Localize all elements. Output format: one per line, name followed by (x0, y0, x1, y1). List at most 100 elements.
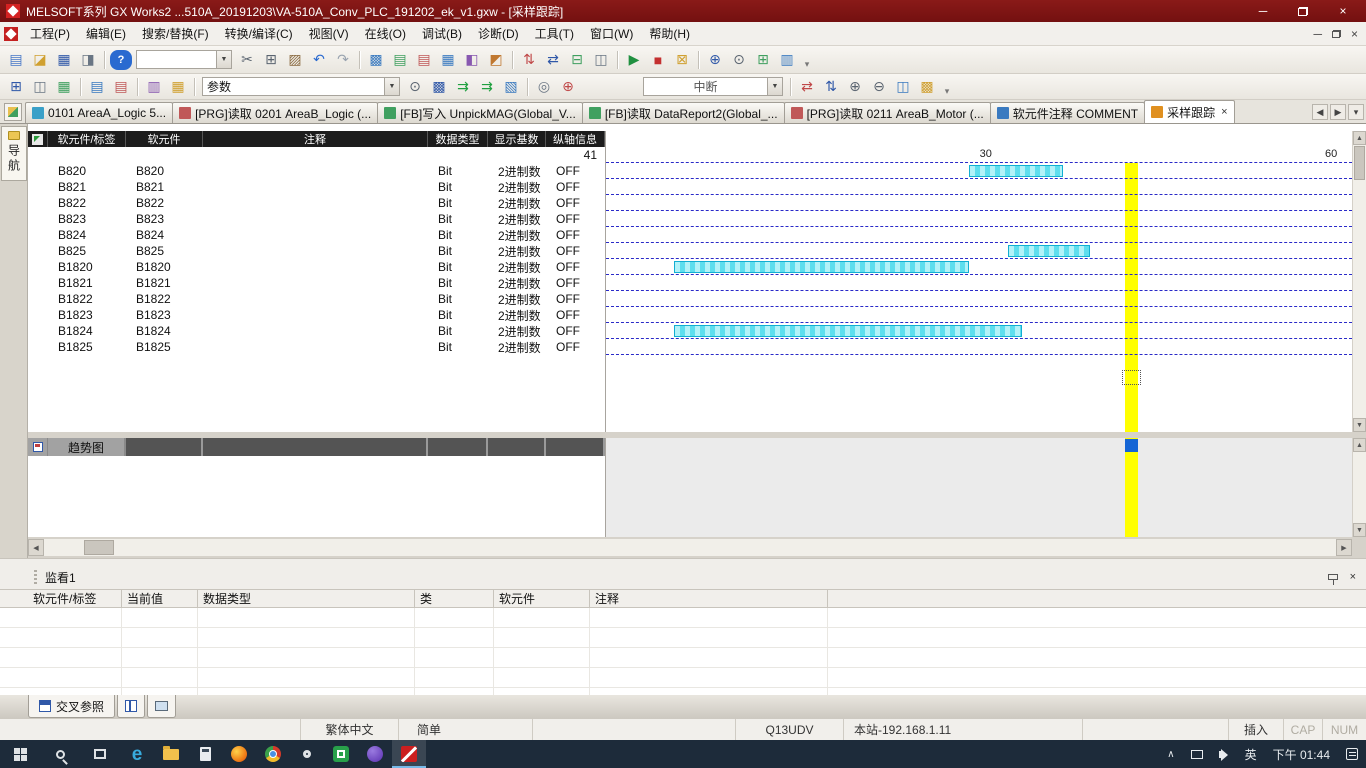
child-minimize-icon[interactable]: ─ (1313, 27, 1322, 41)
copy-icon[interactable]: ⊞ (260, 50, 282, 70)
trace-column-header[interactable]: 显示基数 (488, 131, 546, 147)
save-project-icon[interactable]: ▦ (53, 50, 75, 70)
trace-settings-icon[interactable]: ▩ (916, 77, 938, 97)
action-center-button[interactable] (1338, 740, 1366, 768)
watch-cell[interactable] (494, 608, 590, 627)
watch-cell[interactable] (494, 688, 590, 695)
watch-window-tab[interactable] (147, 695, 176, 718)
tab-scroll-left-button[interactable]: ◀ (1312, 104, 1328, 120)
watch-cell[interactable] (28, 648, 122, 667)
cut-icon[interactable]: ✂ (236, 50, 258, 70)
menu-item-10[interactable]: 窗口(W) (582, 21, 641, 46)
watch-close-icon[interactable]: × (1350, 571, 1356, 583)
trace-column-header[interactable]: 软元件/标签 (48, 131, 126, 147)
undo-icon[interactable]: ↶ (308, 50, 330, 70)
combo-dropdown-icon[interactable]: ▼ (216, 51, 231, 68)
watch-cell[interactable] (494, 668, 590, 687)
device-memory-icon[interactable]: ▦ (437, 50, 459, 70)
watch-cell[interactable] (122, 628, 198, 647)
step-skip-icon[interactable]: ⇉ (476, 77, 498, 97)
trace-row[interactable]: B824B824Bit2进制数OFF (28, 227, 605, 243)
stop-monitor-icon[interactable]: ■ (647, 50, 669, 70)
window-switch-button[interactable] (4, 103, 22, 121)
watch-window-icon[interactable]: ◫ (892, 77, 914, 97)
tab-2[interactable]: [PRG]读取 0201 AreaB_Logic (... (172, 102, 378, 123)
cross-reference-icon[interactable]: ⊞ (752, 50, 774, 70)
purple-app-button[interactable] (358, 740, 392, 768)
scroll-down-icon[interactable]: ▼ (1353, 523, 1366, 537)
menu-item-3[interactable]: 搜索/替换(F) (134, 21, 217, 46)
scroll-up-icon[interactable]: ▲ (1353, 438, 1366, 452)
watch-cell[interactable] (494, 628, 590, 647)
trace-horizontal-scrollbar[interactable]: ◀ ▶ (28, 539, 1366, 556)
watch-cell[interactable] (28, 608, 122, 627)
open-project-icon[interactable]: ◪ (29, 50, 51, 70)
scroll-up-icon[interactable]: ▲ (1353, 131, 1366, 145)
watch-cell[interactable] (415, 668, 494, 687)
statement-display-icon[interactable]: ▤ (110, 77, 132, 97)
watch-cell[interactable] (28, 668, 122, 687)
trace-corner-cell[interactable] (28, 131, 48, 147)
find-icon[interactable]: ⊙ (728, 50, 750, 70)
watch-row[interactable] (0, 648, 1366, 668)
volume-tray-button[interactable] (1211, 740, 1237, 768)
watch-cell[interactable] (28, 688, 122, 695)
tab-scroll-right-button[interactable]: ▶ (1330, 104, 1346, 120)
navigation-tab[interactable]: 导航 (1, 126, 27, 181)
tab-list-button[interactable]: ▾ (1348, 104, 1364, 120)
panel-grip-handle[interactable] (34, 570, 37, 584)
print-icon[interactable]: ◨ (77, 50, 99, 70)
melsoft-taskbar-button[interactable] (392, 740, 426, 768)
function-selector-combo[interactable]: ▼ (136, 50, 232, 69)
trend-cursor-bar[interactable] (1125, 438, 1138, 537)
paste-icon[interactable]: ▨ (284, 50, 306, 70)
label-icon[interactable]: ◧ (461, 50, 483, 70)
watch-column-header[interactable]: 类 (415, 590, 494, 607)
watch-cell[interactable] (198, 628, 415, 647)
connection-channel-icon[interactable]: ⇅ (820, 77, 842, 97)
tab-5[interactable]: [PRG]读取 0211 AreaB_Motor (... (784, 102, 991, 123)
tab-6[interactable]: 软元件注释 COMMENT (990, 102, 1145, 123)
toolbar-overflow-icon[interactable]: ▾ (941, 77, 953, 97)
tab-1[interactable]: 0101 AreaA_Logic 5... (25, 102, 173, 123)
settings-button[interactable] (290, 740, 324, 768)
taskbar-clock[interactable]: 下午 01:44 (1265, 740, 1338, 768)
trace-waveform[interactable]: 3060 (605, 131, 1352, 432)
watch-column-header[interactable]: 注释 (590, 590, 828, 607)
menu-item-9[interactable]: 工具(T) (527, 21, 582, 46)
parameter-combo[interactable]: 参数▼ (202, 77, 400, 96)
minimize-button[interactable]: ─ (1246, 2, 1280, 20)
trace-row[interactable]: B1824B1824Bit2进制数OFF (28, 323, 605, 339)
watch-cell[interactable] (198, 608, 415, 627)
menu-item-7[interactable]: 调试(B) (414, 21, 470, 46)
trace-column-header[interactable]: 纵轴信息 (546, 131, 605, 147)
watch-cell[interactable] (415, 628, 494, 647)
trace-row[interactable]: B1822B1822Bit2进制数OFF (28, 291, 605, 307)
watch-row[interactable] (0, 668, 1366, 688)
device-display-icon[interactable]: ▥ (143, 77, 165, 97)
menu-item-5[interactable]: 视图(V) (301, 21, 357, 46)
watch-cell[interactable] (590, 668, 828, 687)
watch-cell[interactable] (590, 628, 828, 647)
watch-cell[interactable] (590, 688, 828, 695)
scroll-thumb[interactable] (84, 540, 114, 555)
task-view-button[interactable] (80, 740, 120, 768)
watch-cell[interactable] (122, 648, 198, 667)
tab-4[interactable]: [FB]读取 DataReport2(Global_... (582, 102, 785, 123)
tab-close-icon[interactable]: × (1221, 106, 1227, 118)
network-test-icon[interactable]: ◎ (533, 77, 555, 97)
child-close-icon[interactable]: × (1351, 27, 1358, 41)
watch-cell[interactable] (415, 648, 494, 667)
menu-item-6[interactable]: 在线(O) (357, 21, 414, 46)
watch-cell[interactable] (122, 608, 198, 627)
child-window-icon[interactable] (4, 27, 18, 41)
watch-cell[interactable] (198, 688, 415, 695)
menu-item-11[interactable]: 帮助(H) (641, 21, 698, 46)
combo-dropdown-icon[interactable]: ▼ (384, 78, 399, 95)
trace-row[interactable]: B1820B1820Bit2进制数OFF (28, 259, 605, 275)
trend-vertical-scrollbar[interactable]: ▲ ▼ (1352, 438, 1366, 537)
combo-dropdown-icon[interactable]: ▼ (767, 78, 782, 95)
trace-row[interactable]: B1825B1825Bit2进制数OFF (28, 339, 605, 355)
trace-row[interactable]: B820B820Bit2进制数OFF (28, 163, 605, 179)
chrome-button[interactable] (256, 740, 290, 768)
